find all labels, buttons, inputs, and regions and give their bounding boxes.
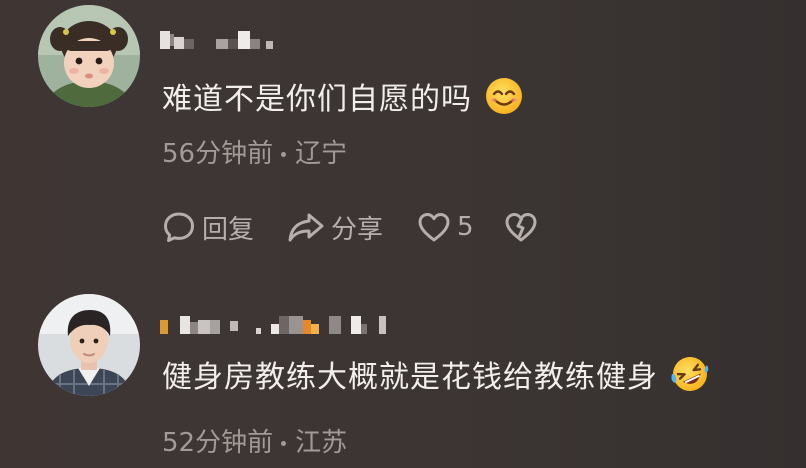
separator-dot — [281, 441, 287, 446]
reply-label: 回复 — [202, 214, 255, 245]
comment-item: 健身房教练大概就是花钱给教练健身 52分钟前 江苏 — [0, 288, 806, 468]
comment-time: 56分钟前 — [162, 139, 274, 169]
avatar[interactable] — [38, 5, 140, 107]
like-count: 5 — [457, 212, 474, 242]
comment-meta: 56分钟前 辽宁 — [162, 133, 347, 170]
separator-dot — [281, 152, 287, 157]
comment-item: 难道不是你们自愿的吗 56分钟前 辽宁 回复 分享 5 — [0, 0, 806, 270]
rolling-laughing-emoji-icon — [670, 354, 710, 394]
share-arrow-icon — [287, 210, 325, 244]
share-button[interactable]: 分享 — [287, 209, 383, 246]
heart-outline-icon — [417, 211, 451, 243]
comment-location: 江苏 — [295, 428, 348, 458]
comment-text: 难道不是你们自愿的吗 — [162, 75, 524, 117]
dislike-button[interactable] — [504, 211, 538, 243]
share-label: 分享 — [331, 214, 384, 245]
smiling-face-emoji-icon — [484, 76, 524, 116]
avatar[interactable] — [38, 294, 140, 396]
comment-text-content: 健身房教练大概就是花钱给教练健身 — [162, 360, 658, 395]
speech-bubble-icon — [162, 210, 196, 244]
comment-actions: 回复 分享 5 — [162, 207, 538, 247]
comment-text: 健身房教练大概就是花钱给教练健身 — [162, 353, 710, 395]
reply-button[interactable]: 回复 — [162, 209, 254, 246]
broken-heart-icon — [504, 211, 538, 243]
comment-text-content: 难道不是你们自愿的吗 — [162, 82, 472, 117]
like-button[interactable]: 5 — [417, 211, 474, 243]
username-redacted[interactable] — [160, 30, 273, 50]
comment-time: 52分钟前 — [162, 428, 274, 458]
comment-meta: 52分钟前 江苏 — [162, 422, 347, 459]
comment-location: 辽宁 — [295, 139, 348, 169]
username-redacted[interactable] — [160, 315, 386, 335]
